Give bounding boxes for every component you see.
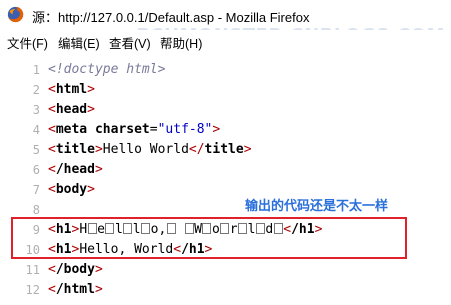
line-number-gutter: 1 2 3 4 5 6 7 8 9 10 11 12	[0, 52, 42, 305]
code-line-2: <html>	[48, 82, 95, 97]
title-text: Hello World	[102, 142, 189, 157]
tag-name: /head	[55, 162, 95, 177]
menu-bar: 文件(F) 编辑(E) 查看(V) 帮助(H)	[0, 30, 451, 52]
code-line-1: <!doctype html>	[48, 62, 165, 77]
code-line-3: <head>	[48, 102, 95, 117]
annotation-text: 输出的代码还是不太一样	[245, 198, 389, 213]
menu-edit[interactable]: 编辑(E)	[58, 33, 100, 52]
tag-name: /body	[55, 262, 95, 277]
highlight-box	[11, 217, 407, 259]
code-line-4: <meta charset="utf-8">	[48, 122, 221, 137]
tag-name: html	[55, 82, 88, 97]
line-number: 5	[32, 143, 40, 157]
line-number: 12	[25, 283, 40, 297]
menu-view[interactable]: 查看(V)	[109, 33, 151, 52]
line-number: 6	[32, 163, 40, 177]
tag-name: meta	[55, 122, 88, 137]
tag-name: title	[55, 142, 95, 157]
source-view[interactable]: 1 2 3 4 5 6 7 8 9 10 11 12 <!doctype htm…	[0, 52, 451, 305]
code-line-7: <body>	[48, 182, 95, 197]
line-number: 3	[32, 103, 40, 117]
line-number: 8	[32, 203, 40, 217]
tag-name: /html	[55, 282, 95, 297]
line-number: 7	[32, 183, 40, 197]
tag-name: body	[55, 182, 88, 197]
menu-help[interactable]: 帮助(H)	[160, 33, 202, 52]
tag-name: title	[204, 142, 244, 157]
menu-file[interactable]: 文件(F)	[7, 33, 48, 52]
code-line-6: </head>	[48, 162, 103, 177]
tag-name: head	[55, 102, 88, 117]
attribute-value: "utf-8"	[157, 122, 213, 137]
line-number: 2	[32, 83, 40, 97]
line-number: 1	[32, 63, 40, 77]
line-number: 11	[25, 263, 40, 277]
code-line-5: <title>Hello World</title>	[48, 142, 252, 157]
code-line-11: </body>	[48, 262, 103, 277]
line-number: 4	[32, 123, 40, 137]
firefox-icon	[7, 6, 24, 23]
attribute-name: charset	[94, 122, 150, 137]
doctype-comment: <!doctype html>	[48, 62, 166, 77]
code-line-12: </html>	[48, 282, 103, 297]
window-title: 源：http://127.0.0.1/Default.asp - Mozilla…	[32, 10, 310, 25]
